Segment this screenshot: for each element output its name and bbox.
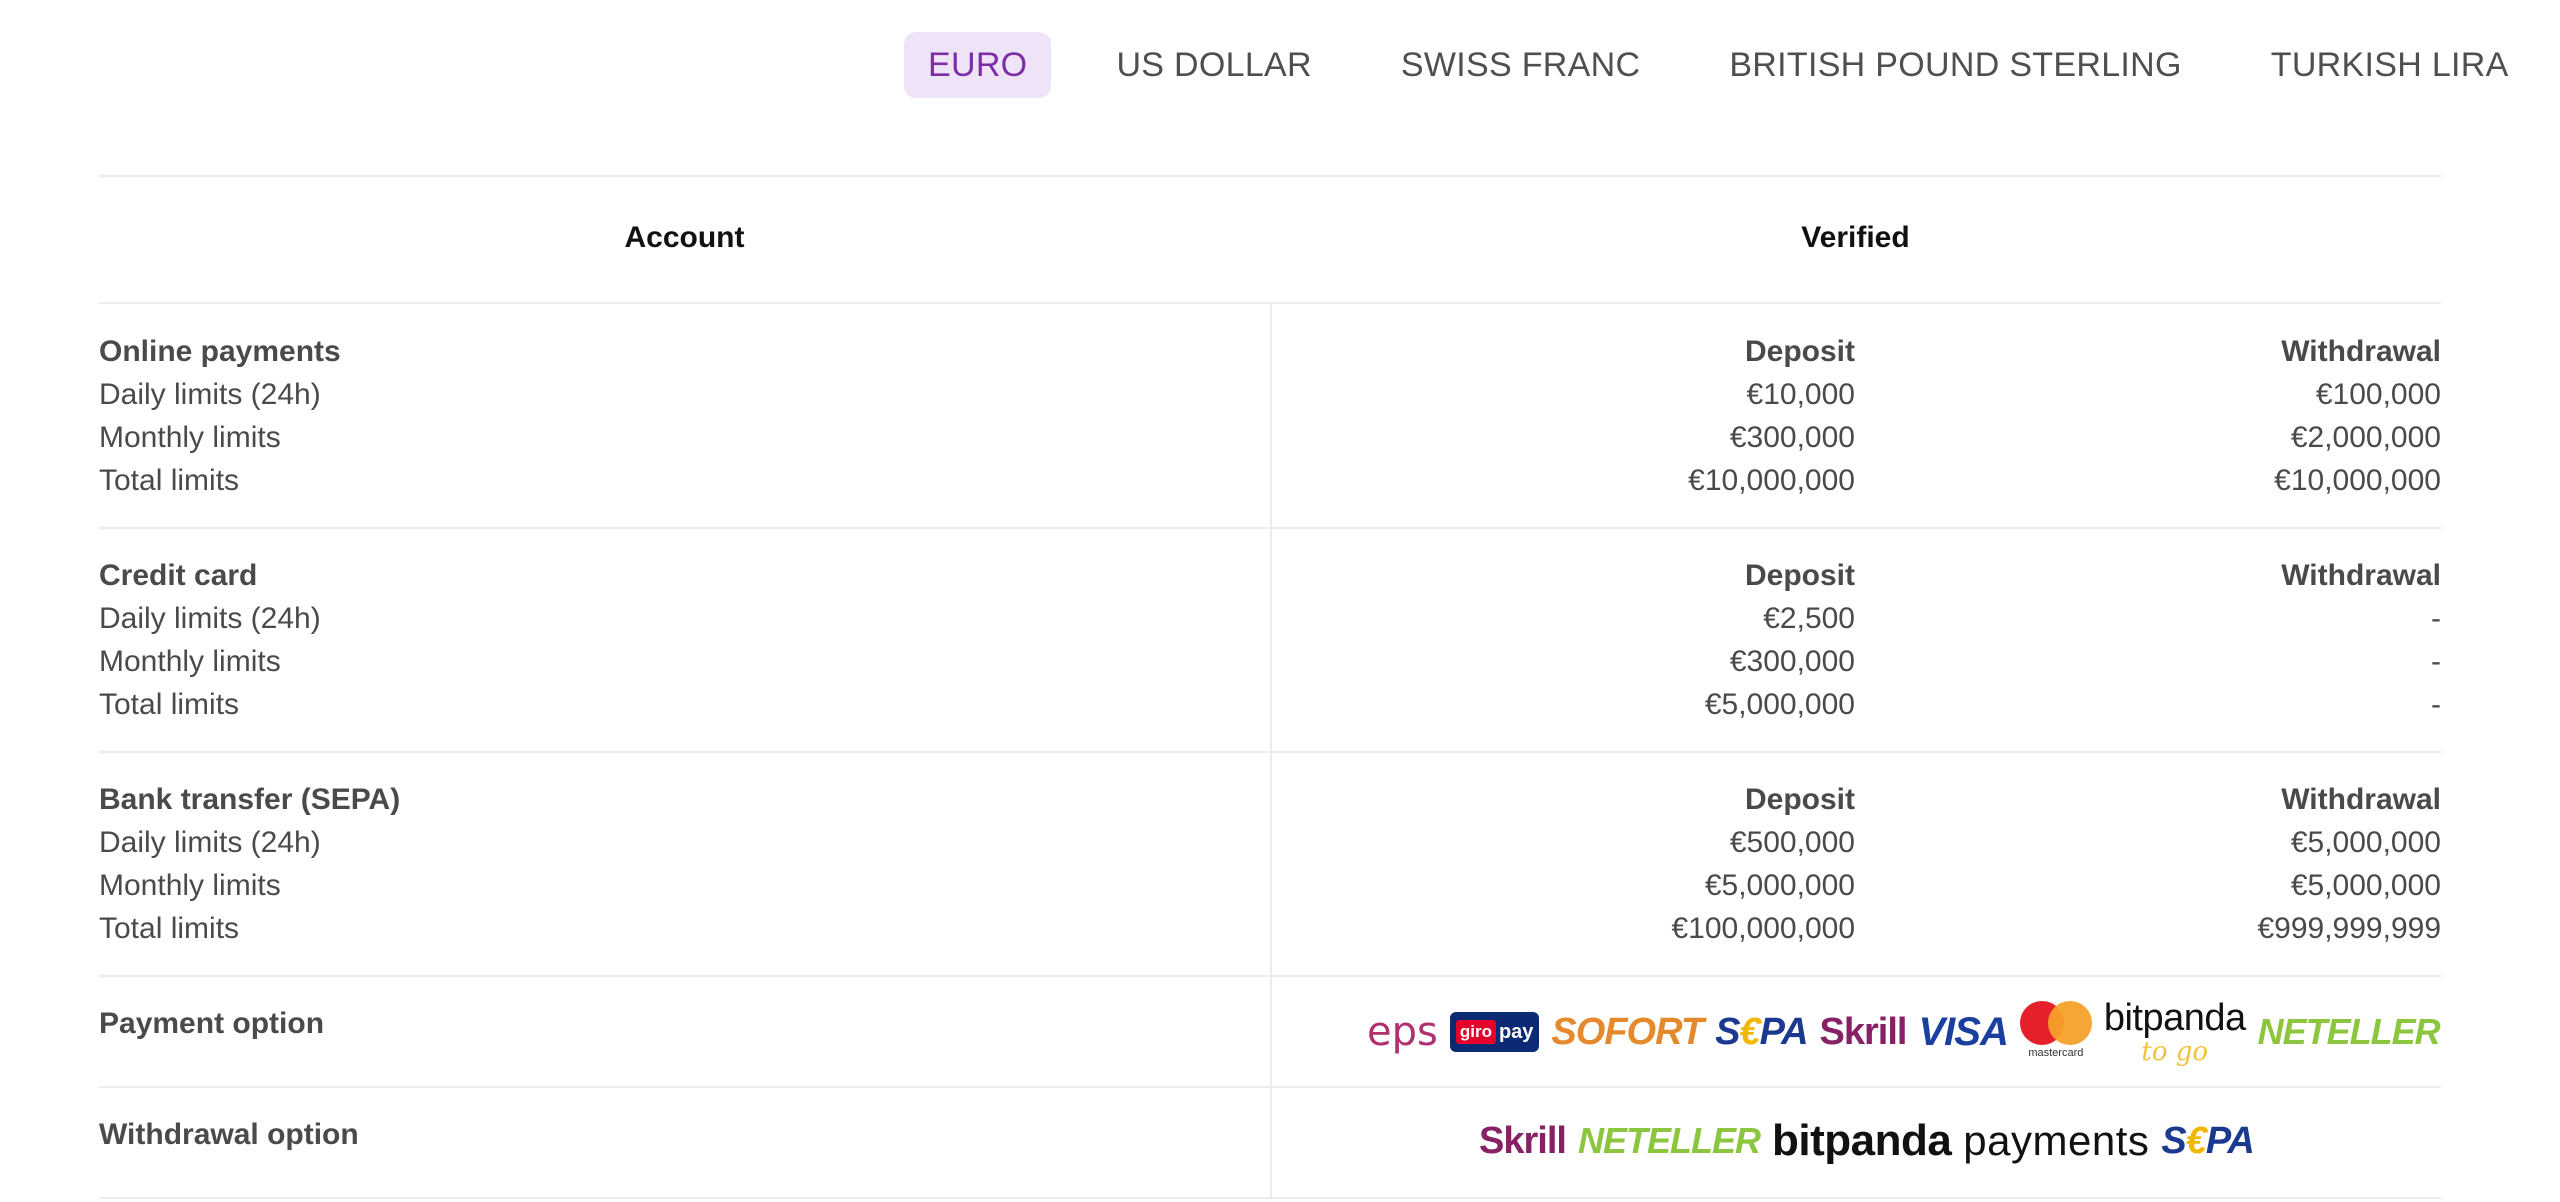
tab-turkish-lira[interactable]: TURKISH LIRA: [2247, 32, 2533, 98]
withdrawal-header: Withdrawal: [2281, 559, 2441, 592]
sofort-logo: SOFORT: [1551, 1010, 1704, 1053]
deposit-value: €10,000,000: [1688, 464, 1855, 497]
sepa-logo-part: PA: [1759, 1010, 1809, 1053]
withdrawal-header: Withdrawal: [2281, 335, 2441, 368]
divider: [99, 175, 2441, 177]
giropay-logo: giro pay: [1449, 1012, 1540, 1052]
eps-logo: eps: [1367, 1009, 1438, 1055]
mastercard-logo: mastercard: [2019, 1001, 2092, 1063]
tab-us-dollar[interactable]: US DOLLAR: [1092, 32, 1335, 98]
tab-euro[interactable]: EURO: [904, 32, 1052, 98]
row-label: Daily limits (24h): [99, 826, 321, 859]
row-label: Total limits: [99, 912, 240, 945]
to-go-logo-text: to go: [2141, 1037, 2209, 1067]
withdrawal-value: €5,000,000: [2290, 869, 2441, 902]
row-label: Total limits: [99, 688, 240, 721]
deposit-value: €500,000: [1729, 826, 1855, 859]
bitpanda-logo-text: bitpanda: [2103, 997, 2246, 1039]
row-label: Monthly limits: [99, 645, 281, 678]
row-label: Daily limits (24h): [99, 378, 321, 411]
visa-logo: VISA: [1918, 1009, 2008, 1054]
mastercard-circle-orange: [2047, 1001, 2092, 1045]
bitpanda-to-go-logo: bitpanda to go: [2104, 999, 2246, 1065]
row-label: Total limits: [99, 464, 240, 497]
deposit-header: Deposit: [1744, 559, 1855, 592]
sepa-logo-part: €: [2185, 1119, 2207, 1162]
withdrawal-value: €10,000,000: [2274, 464, 2441, 497]
payment-option-label: Payment option: [99, 1007, 325, 1040]
deposit-value: €5,000,000: [1704, 869, 1855, 902]
header-verified: Verified: [1801, 221, 1910, 254]
withdrawal-value: €100,000: [2315, 378, 2441, 411]
eps-logo-text: eps: [1367, 1009, 1438, 1055]
withdrawal-header: Withdrawal: [2281, 783, 2441, 816]
tab-swiss-franc[interactable]: SWISS FRANC: [1377, 32, 1664, 98]
currency-tabs: EURO US DOLLAR SWISS FRANC BRITISH POUND…: [904, 32, 2533, 98]
withdrawal-value: -: [2431, 602, 2441, 635]
sepa-logo-part: S: [1715, 1010, 1740, 1053]
row-label: Monthly limits: [99, 869, 281, 902]
bitpanda-logo: bitpanda: [1771, 1116, 1952, 1165]
payments-logo: payments: [1963, 1117, 2150, 1164]
sepa-logo: S € PA: [2161, 1119, 2255, 1163]
row-label: Monthly limits: [99, 421, 281, 454]
withdrawal-option-label: Withdrawal option: [99, 1118, 359, 1151]
deposit-header: Deposit: [1744, 783, 1855, 816]
neteller-logo: NETELLER: [2257, 1011, 2441, 1052]
column-divider: [1270, 303, 1272, 1198]
giropay-logo-part: giro: [1455, 1020, 1496, 1044]
sepa-logo-part: PA: [2205, 1119, 2255, 1162]
withdrawal-option-logos: Skrill NETELLER bitpanda payments S € PA: [1479, 1115, 2255, 1167]
sepa-logo-part: €: [1739, 1010, 1760, 1053]
row-label: Daily limits (24h): [99, 602, 321, 635]
giropay-logo-part: pay: [1498, 1020, 1534, 1043]
payment-option-logos: eps giro pay SOFORT S € PA Skrill VISA mas…: [1367, 999, 2441, 1065]
withdrawal-value: -: [2431, 645, 2441, 678]
deposit-value: €300,000: [1729, 645, 1855, 678]
withdrawal-value: €999,999,999: [2257, 912, 2441, 945]
tab-british-pound-sterling[interactable]: BRITISH POUND STERLING: [1705, 32, 2205, 98]
sepa-logo: S € PA: [1715, 1010, 1809, 1054]
skrill-logo: Skrill: [1819, 1010, 1908, 1053]
deposit-value: €10,000: [1746, 378, 1855, 411]
mastercard-logo-text: mastercard: [2028, 1047, 2084, 1059]
withdrawal-value: €2,000,000: [2290, 421, 2441, 454]
deposit-value: €100,000,000: [1671, 912, 1855, 945]
deposit-value: €5,000,000: [1704, 688, 1855, 721]
sepa-logo-part: S: [2161, 1119, 2186, 1162]
deposit-header: Deposit: [1744, 335, 1855, 368]
deposit-value: €2,500: [1763, 602, 1855, 635]
header-account: Account: [624, 221, 745, 254]
section-title: Bank transfer (SEPA): [99, 783, 401, 816]
neteller-logo: NETELLER: [1577, 1120, 1761, 1161]
section-title: Credit card: [99, 559, 258, 592]
skrill-logo: Skrill: [1479, 1119, 1567, 1162]
withdrawal-value: -: [2431, 688, 2441, 721]
deposit-value: €300,000: [1729, 421, 1855, 454]
section-title: Online payments: [99, 335, 341, 368]
withdrawal-value: €5,000,000: [2290, 826, 2441, 859]
